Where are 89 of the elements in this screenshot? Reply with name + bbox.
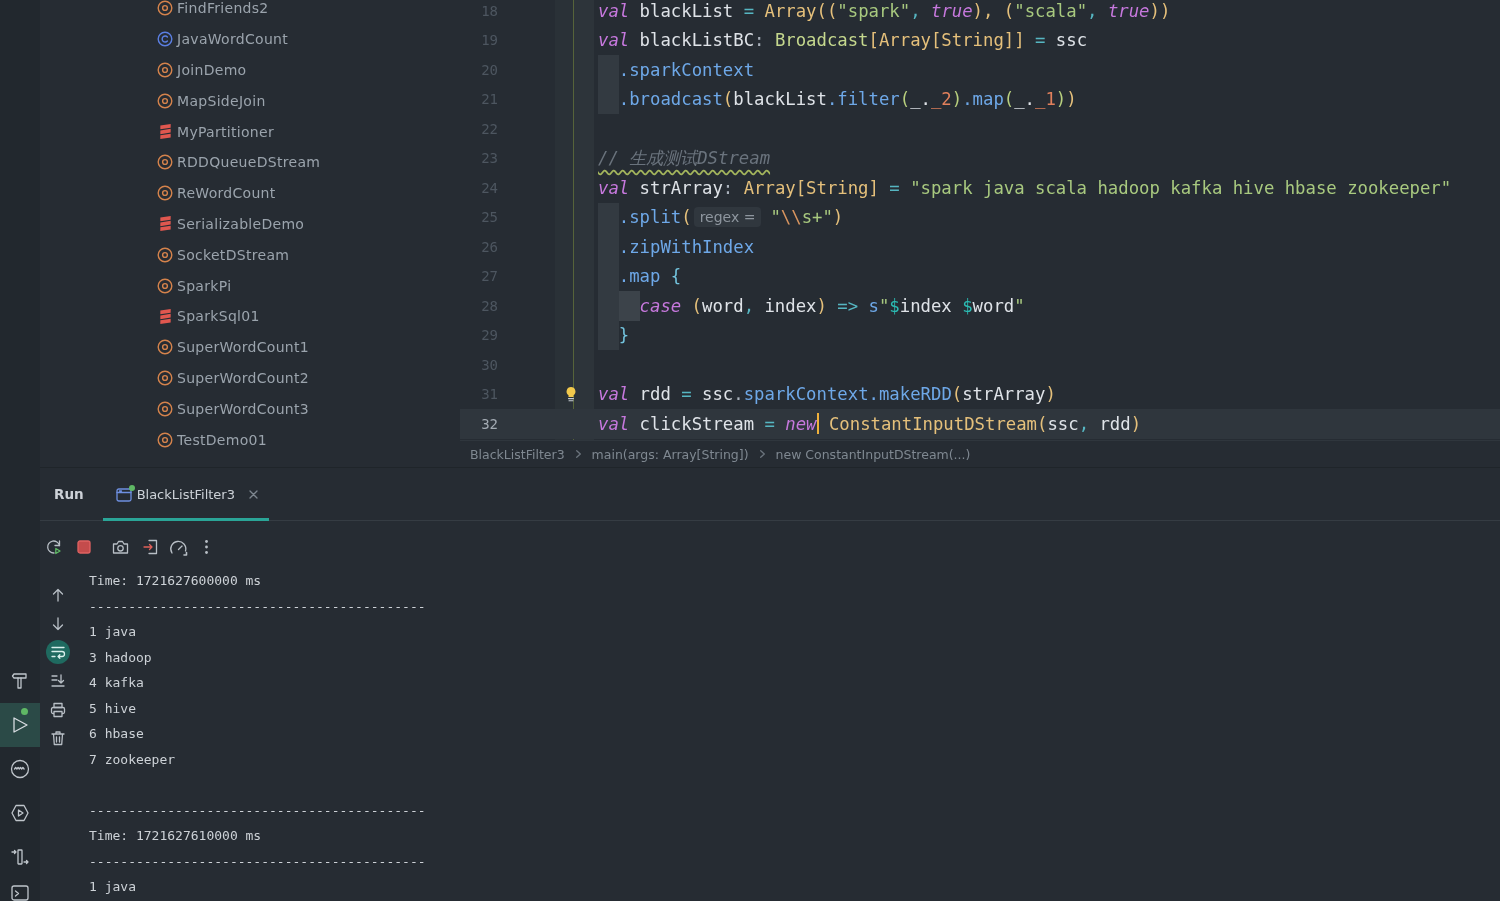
stack-icon xyxy=(159,308,171,324)
chevron-icon xyxy=(575,450,581,458)
tree-item[interactable]: SocketDStream xyxy=(157,246,290,263)
code-text: .broadcast(blackList.filter(_._2).map(_._1)) xyxy=(618,89,1077,110)
console-line: 7 zookeeper xyxy=(89,750,176,769)
target-icon xyxy=(157,400,173,417)
c-circle-icon xyxy=(157,31,173,48)
target-icon xyxy=(157,339,173,356)
tree-item[interactable]: SerializableDemo xyxy=(157,215,305,232)
stop-icon[interactable] xyxy=(77,540,91,554)
tree-item[interactable]: MyPartitioner xyxy=(157,123,274,140)
code-text: "\\s+") xyxy=(770,207,844,228)
trash-icon[interactable] xyxy=(50,730,66,747)
console-line: ------------------------------------------- xyxy=(89,801,426,820)
console-line: 5 hive xyxy=(89,699,136,718)
breadcrumb-item[interactable]: new ConstantInputDStream(...) xyxy=(775,446,971,462)
target-icon xyxy=(157,185,173,202)
code-text: // 生成测试DStream xyxy=(598,147,771,171)
chevron-icon xyxy=(759,450,765,458)
target-icon xyxy=(157,92,173,109)
code-text: val rdd = ssc.sparkContext.makeRDD(strArray) xyxy=(598,384,1056,405)
camera-icon[interactable] xyxy=(112,539,129,555)
tree-item[interactable]: SparkSql01 xyxy=(157,308,260,325)
target-icon xyxy=(157,0,173,17)
console-line: ------------------------------------------- xyxy=(89,852,426,871)
gauge-icon[interactable] xyxy=(169,538,188,556)
tree-item[interactable]: RDDQueueDStream xyxy=(157,154,321,171)
printer-icon[interactable] xyxy=(50,701,66,718)
console-line: 6 hbase xyxy=(89,725,144,743)
tree-item[interactable]: SuperWordCount1 xyxy=(157,339,309,356)
tree-item[interactable]: SuperWordCount2 xyxy=(157,369,309,386)
window-icon xyxy=(115,487,133,502)
tree-item[interactable]: MapSideJoin xyxy=(157,92,266,109)
panel-title: Run xyxy=(54,486,84,502)
terminal-icon[interactable] xyxy=(10,883,30,901)
target-icon xyxy=(157,62,173,78)
console-line: 3 hadoop xyxy=(89,648,152,667)
bulb-icon[interactable] xyxy=(565,386,577,403)
inlay-hint: regex = xyxy=(693,207,762,228)
scroll-end-icon[interactable] xyxy=(50,673,66,690)
code-text: .split( xyxy=(618,207,692,228)
box-arrow-icon[interactable] xyxy=(143,539,158,555)
tree-item[interactable]: ReWordCount xyxy=(157,185,276,202)
tree-item[interactable]: SuperWordCount3 xyxy=(157,400,309,417)
rerun-icon[interactable] xyxy=(46,539,62,555)
target-icon xyxy=(157,277,173,294)
console-line: 1 java xyxy=(89,878,136,896)
hexagon-play-icon[interactable] xyxy=(10,803,30,823)
text-caret xyxy=(816,413,819,435)
target-icon xyxy=(157,431,173,448)
code-text: .zipWithIndex xyxy=(618,236,755,257)
line-number: 32 xyxy=(481,415,498,432)
target-icon xyxy=(157,154,173,171)
down-arrow-icon[interactable] xyxy=(50,615,66,632)
stack-icon xyxy=(159,216,171,232)
target-icon xyxy=(157,369,173,386)
tree-item[interactable]: TestDemo01 xyxy=(157,431,267,448)
code-text: val blackList = Array(("spark", true), ("scala", true)) xyxy=(598,0,1171,21)
wave-circle-icon[interactable] xyxy=(10,759,30,779)
code-text: val clickStream = new xyxy=(598,413,817,434)
tree-item[interactable]: FindFriends2 xyxy=(157,0,269,17)
code-text: case (word, index) => s"$index $word" xyxy=(639,295,1025,316)
tree-item[interactable]: JavaWordCount xyxy=(157,31,289,48)
close-icon[interactable] xyxy=(249,490,258,499)
tree-item[interactable]: SparkPi xyxy=(157,277,232,294)
console-line: 4 kafka xyxy=(89,674,144,692)
code-text: .sparkContext xyxy=(618,59,755,80)
breadcrumb-item[interactable]: main(args: Array[String]) xyxy=(591,446,749,462)
console-line: Time: 1721627610000 ms xyxy=(89,827,262,845)
console-line: 1 java xyxy=(89,623,136,641)
play-icon[interactable] xyxy=(0,703,40,747)
code-text: .map { xyxy=(618,266,682,287)
hammer-icon[interactable] xyxy=(10,671,30,691)
console-line: ------------------------------------------- xyxy=(89,597,426,616)
more-icon[interactable] xyxy=(205,540,208,554)
soft-wrap-icon[interactable] xyxy=(46,640,70,665)
stack-icon xyxy=(159,124,171,140)
code-editor[interactable] xyxy=(460,0,1500,440)
run-tab[interactable]: BlackListFilter3 xyxy=(102,468,269,521)
code-text: val blackListBC: Broadcast[Array[String]] = ssc xyxy=(598,30,1088,51)
breadcrumb-item[interactable]: BlackListFilter3 xyxy=(470,446,565,462)
bar-arrows-icon[interactable] xyxy=(10,847,30,867)
code-text: } xyxy=(618,325,630,346)
code-text: ConstantInputDStream(ssc, rdd) xyxy=(827,413,1142,434)
console-line: Time: 1721627600000 ms xyxy=(89,572,262,590)
target-icon xyxy=(157,246,173,263)
tree-item[interactable]: JoinDemo xyxy=(157,62,247,78)
code-text: val strArray: Array[String] = "spark java scala hadoop kafka hive hbase zookeeper" xyxy=(598,177,1452,198)
up-arrow-icon[interactable] xyxy=(50,587,66,604)
